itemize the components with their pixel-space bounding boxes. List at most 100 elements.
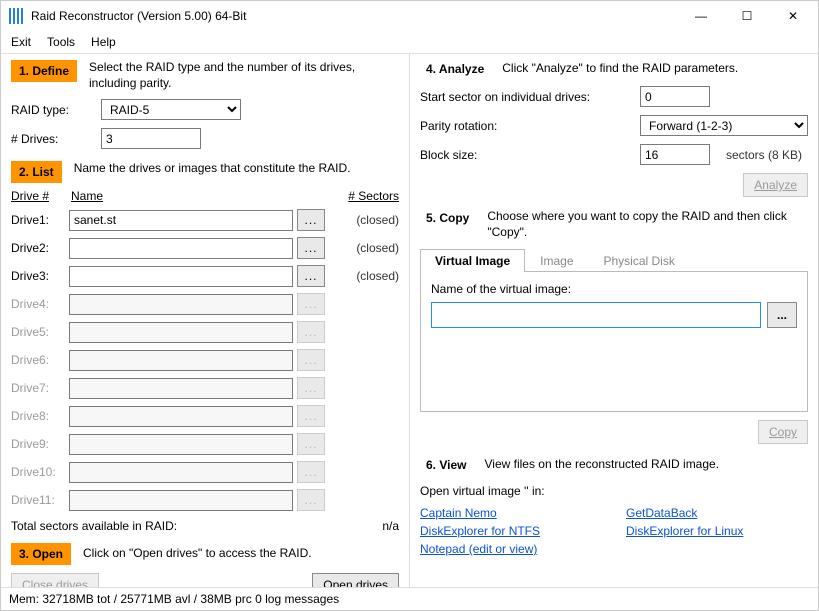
drives-count-input[interactable] xyxy=(101,128,201,149)
virtual-image-label: Name of the virtual image: xyxy=(431,282,797,296)
drive-browse-button: ... xyxy=(297,433,325,455)
chip-list: 2. List xyxy=(11,161,62,183)
drive-row-label: Drive10: xyxy=(11,465,65,479)
drive-row-label: Drive7: xyxy=(11,381,65,395)
parity-label: Parity rotation: xyxy=(420,119,630,133)
virtual-image-browse-button[interactable]: ... xyxy=(767,302,797,328)
drive-browse-button: ... xyxy=(297,489,325,511)
virtual-image-input[interactable] xyxy=(431,302,761,328)
define-instr: Select the RAID type and the number of i… xyxy=(89,60,399,91)
app-icon xyxy=(9,8,25,24)
drive-browse-button: ... xyxy=(297,405,325,427)
drive-row: Drive4:... xyxy=(11,293,399,315)
tab-image[interactable]: Image xyxy=(525,249,588,272)
start-sector-label: Start sector on individual drives: xyxy=(420,90,630,104)
chip-define: 1. Define xyxy=(11,60,77,82)
drive-name-input xyxy=(69,406,293,427)
statusbar: Mem: 32718MB tot / 25771MB avl / 38MB pr… xyxy=(1,587,818,610)
open-instr: Click on "Open drives" to access the RAI… xyxy=(83,546,312,562)
link-captain-nemo[interactable]: Captain Nemo xyxy=(420,506,602,520)
drive-row: Drive1:...(closed) xyxy=(11,209,399,231)
close-drives-button[interactable]: Close drives xyxy=(11,573,99,587)
total-label: Total sectors available in RAID: xyxy=(11,519,339,533)
drive-name-input[interactable] xyxy=(69,238,293,259)
drive-row-label: Drive1: xyxy=(11,213,65,227)
section-define: 1. Define Select the RAID type and the n… xyxy=(11,60,399,91)
link-diskexplorer-linux[interactable]: DiskExplorer for Linux xyxy=(626,524,808,538)
menu-exit[interactable]: Exit xyxy=(11,35,31,49)
section-copy: 5. Copy Choose where you want to copy th… xyxy=(420,209,808,240)
drive-sectors: (closed) xyxy=(329,269,399,283)
block-size-input[interactable] xyxy=(640,144,710,165)
link-notepad[interactable]: Notepad (edit or view) xyxy=(420,542,602,556)
drive-row-label: Drive4: xyxy=(11,297,65,311)
drive-name-input[interactable] xyxy=(69,266,293,287)
drive-row-label: Drive3: xyxy=(11,269,65,283)
drive-sectors: (closed) xyxy=(329,241,399,255)
head-sectors: # Sectors xyxy=(319,189,399,203)
parity-select[interactable]: Forward (1-2-3) xyxy=(640,115,808,136)
block-size-label: Block size: xyxy=(420,148,630,162)
maximize-button[interactable]: ☐ xyxy=(724,1,770,31)
start-sector-input[interactable] xyxy=(640,86,710,107)
minimize-button[interactable]: — xyxy=(678,1,724,31)
drive-name-input xyxy=(69,378,293,399)
drive-rows: Drive1:...(closed)Drive2:...(closed)Driv… xyxy=(11,203,399,511)
drive-row: Drive9:... xyxy=(11,433,399,455)
drive-row: Drive2:... (closed) xyxy=(11,237,399,259)
tab-physical-disk[interactable]: Physical Disk xyxy=(589,249,690,272)
window-title: Raid Reconstructor (Version 5.00) 64-Bit xyxy=(31,9,678,23)
menu-tools[interactable]: Tools xyxy=(47,35,75,49)
drive-row-label: Drive2: xyxy=(11,241,65,255)
drive-browse-button: ... xyxy=(297,349,325,371)
link-diskexplorer-ntfs[interactable]: DiskExplorer for NTFS xyxy=(420,524,602,538)
close-button[interactable]: ✕ xyxy=(770,1,816,31)
drive-row-label: Drive8: xyxy=(11,409,65,423)
drive-name-input xyxy=(69,350,293,371)
chip-open: 3. Open xyxy=(11,543,71,565)
drive-row-label: Drive6: xyxy=(11,353,65,367)
drive-name-input xyxy=(69,434,293,455)
drive-name-input[interactable] xyxy=(69,210,293,231)
drive-browse-button[interactable]: ... xyxy=(297,237,325,259)
drive-browse-button[interactable]: ... xyxy=(297,209,325,231)
view-instr: View files on the reconstructed RAID ima… xyxy=(484,457,719,473)
right-column: 4. Analyze Click "Analyze" to find the R… xyxy=(409,54,818,587)
menu-help[interactable]: Help xyxy=(91,35,116,49)
drive-browse-button[interactable]: ... xyxy=(297,265,325,287)
section-analyze: 4. Analyze Click "Analyze" to find the R… xyxy=(420,60,808,78)
drive-row: Drive6:... xyxy=(11,349,399,371)
drive-name-input xyxy=(69,322,293,343)
raid-type-select[interactable]: RAID-5 xyxy=(101,99,241,120)
drive-row: Drive3:... (closed) xyxy=(11,265,399,287)
copy-button[interactable]: Copy xyxy=(758,420,808,444)
head-drive: Drive # xyxy=(11,189,71,203)
head-name: Name xyxy=(71,189,319,203)
drive-row-label: Drive5: xyxy=(11,325,65,339)
drive-row: Drive10:... xyxy=(11,461,399,483)
titlebar: Raid Reconstructor (Version 5.00) 64-Bit… xyxy=(1,1,818,31)
open-in-label: Open virtual image '' in: xyxy=(420,484,808,498)
analyze-instr: Click "Analyze" to find the RAID paramet… xyxy=(502,61,738,77)
section-view: 6. View View files on the reconstructed … xyxy=(420,456,808,474)
drive-row: Drive11:... xyxy=(11,489,399,511)
tab-panel-virtual: Name of the virtual image: ... xyxy=(420,272,808,412)
drive-browse-button: ... xyxy=(297,377,325,399)
section-list: 2. List Name the drives or images that c… xyxy=(11,161,399,183)
drive-row-label: Drive11: xyxy=(11,493,65,507)
tab-virtual-image[interactable]: Virtual Image xyxy=(420,249,525,272)
drive-name-input xyxy=(69,490,293,511)
drive-row-label: Drive9: xyxy=(11,437,65,451)
drive-name-input xyxy=(69,462,293,483)
block-size-trail: sectors (8 KB) xyxy=(726,148,802,162)
drive-browse-button: ... xyxy=(297,293,325,315)
drive-row: Drive8:... xyxy=(11,405,399,427)
section-open: 3. Open Click on "Open drives" to access… xyxy=(11,543,399,565)
menubar: Exit Tools Help xyxy=(1,31,818,54)
raid-type-label: RAID type: xyxy=(11,103,91,117)
analyze-button[interactable]: Analyze xyxy=(743,173,808,197)
open-drives-button[interactable]: Open drives xyxy=(312,573,399,587)
link-getdataback[interactable]: GetDataBack xyxy=(626,506,808,520)
drive-browse-button: ... xyxy=(297,461,325,483)
drive-browse-button: ... xyxy=(297,321,325,343)
